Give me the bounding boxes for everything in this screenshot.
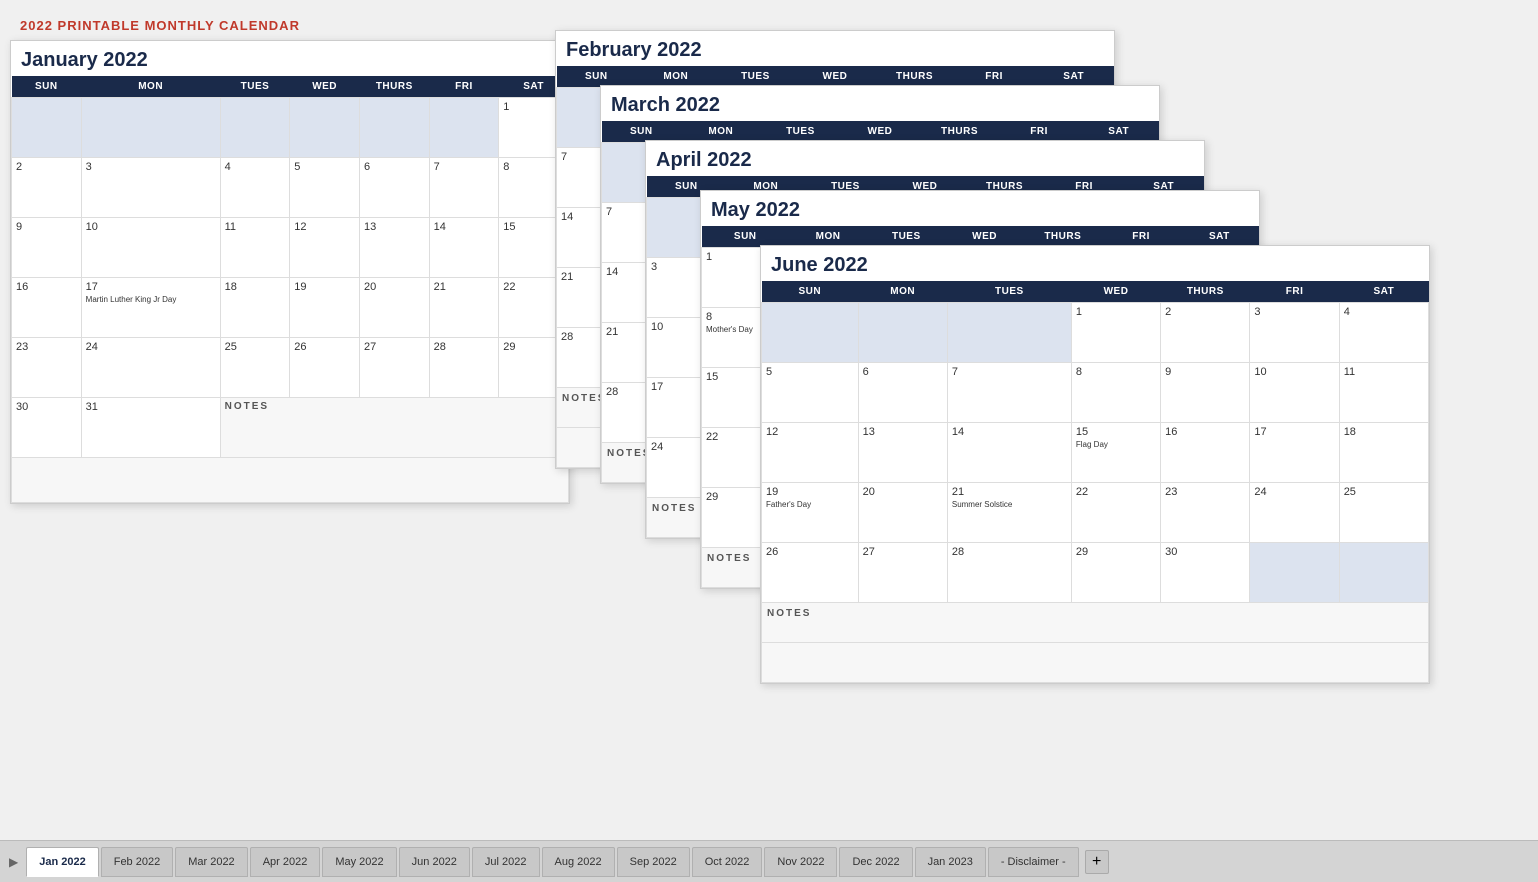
jan-day-4: 4 [220,158,290,218]
jan-empty [429,98,499,158]
jan-empty [359,98,429,158]
tab-may-2022[interactable]: May 2022 [322,847,396,877]
table-row: 19Father's Day 20 21Summer Solstice 22 2… [762,483,1429,543]
table-row: 16 17Martin Luther King Jr Day 18 19 20 … [12,278,569,338]
jan-header-tue: TUES [220,76,290,98]
jan-day-27: 27 [359,338,429,398]
tab-jul-2022[interactable]: Jul 2022 [472,847,540,877]
table-row: 9 10 11 12 13 14 15 [12,218,569,278]
jan-day-9: 9 [12,218,82,278]
table-row: 26 27 28 29 30 [762,543,1429,603]
tab-oct-2022[interactable]: Oct 2022 [692,847,763,877]
tab-jun-2022[interactable]: Jun 2022 [399,847,470,877]
may-title: May 2022 [701,191,1259,226]
table-row: 1 2 3 4 [762,303,1429,363]
tab-nov-2022[interactable]: Nov 2022 [764,847,837,877]
jan-day-10: 10 [81,218,220,278]
jan-empty [12,98,82,158]
tab-disclaimer[interactable]: - Disclaimer - [988,847,1079,877]
tab-feb-2022[interactable]: Feb 2022 [101,847,173,877]
table-row: 5 6 7 8 9 10 11 [762,363,1429,423]
jan-day-14: 14 [429,218,499,278]
table-row: 12 13 14 15Flag Day 16 17 18 [762,423,1429,483]
june-calendar: June 2022 SUN MON TUES WED THURS FRI SAT [760,245,1430,684]
tab-dec-2022[interactable]: Dec 2022 [839,847,912,877]
jun-header-fri: FRI [1250,281,1339,303]
june-table: SUN MON TUES WED THURS FRI SAT 1 2 3 [761,281,1429,683]
jun-header-wed: WED [1071,281,1160,303]
jan-day-7: 7 [429,158,499,218]
jan-day-13: 13 [359,218,429,278]
tab-apr-2022[interactable]: Apr 2022 [250,847,321,877]
jan-day-12: 12 [290,218,360,278]
table-row: 30 31 NOTES [12,398,569,458]
jan-day-2: 2 [12,158,82,218]
jun-notes-area [762,643,1429,683]
jan-day-19: 19 [290,278,360,338]
jun-header-sat: SAT [1339,281,1428,303]
january-calendar: January 2022 SUN MON TUES WED THURS FRI … [10,40,570,504]
jan-day-28: 28 [429,338,499,398]
jan-day-21: 21 [429,278,499,338]
jan-day-24: 24 [81,338,220,398]
tab-bar: ▶ Jan 2022 Feb 2022 Mar 2022 Apr 2022 Ma… [0,840,1538,882]
jan-header-mon: MON [81,76,220,98]
notes-row [12,458,569,503]
jan-day-3: 3 [81,158,220,218]
jun-header-mon: MON [858,281,947,303]
jan-header-sun: SUN [12,76,82,98]
jan-header-wed: WED [290,76,360,98]
jan-day-18: 18 [220,278,290,338]
tab-sep-2022[interactable]: Sep 2022 [617,847,690,877]
table-row: 23 24 25 26 27 28 29 [12,338,569,398]
jan-day-6: 6 [359,158,429,218]
jan-notes-area [12,458,569,503]
table-row: 2 3 4 5 6 7 8 [12,158,569,218]
notes-area-row [762,643,1429,683]
april-title: April 2022 [646,141,1204,176]
tab-add-button[interactable]: + [1085,850,1109,874]
january-title: January 2022 [11,41,569,76]
march-title: March 2022 [601,86,1159,121]
jan-day-25: 25 [220,338,290,398]
jun-header-tue: TUES [947,281,1071,303]
jan-empty [81,98,220,158]
jun-notes-label: NOTES [762,603,1429,643]
jun-header-sun: SUN [762,281,859,303]
jan-header-thu: THURS [359,76,429,98]
tab-aug-2022[interactable]: Aug 2022 [542,847,615,877]
jun-header-thu: THURS [1161,281,1250,303]
jan-day-16: 16 [12,278,82,338]
jan-day-5: 5 [290,158,360,218]
jan-header-fri: FRI [429,76,499,98]
jan-empty [290,98,360,158]
jan-day-31: 31 [81,398,220,458]
jan-day-11: 11 [220,218,290,278]
tab-jan-2022[interactable]: Jan 2022 [26,847,98,877]
jan-empty [220,98,290,158]
jan-day-17: 17Martin Luther King Jr Day [81,278,220,338]
main-area: 2022 PRINTABLE MONTHLY CALENDAR January … [0,0,1538,840]
table-row: 1 [12,98,569,158]
jan-notes-label: NOTES [220,398,568,458]
tab-mar-2022[interactable]: Mar 2022 [175,847,247,877]
jan-day-23: 23 [12,338,82,398]
tab-nav-left[interactable]: ▶ [5,855,22,869]
january-table: SUN MON TUES WED THURS FRI SAT 1 [11,76,569,503]
jan-day-30: 30 [12,398,82,458]
tab-jan-2023[interactable]: Jan 2023 [915,847,986,877]
jan-day-20: 20 [359,278,429,338]
jan-day-26: 26 [290,338,360,398]
february-title: February 2022 [556,31,1114,66]
june-title: June 2022 [761,246,1429,281]
notes-row: NOTES [762,603,1429,643]
